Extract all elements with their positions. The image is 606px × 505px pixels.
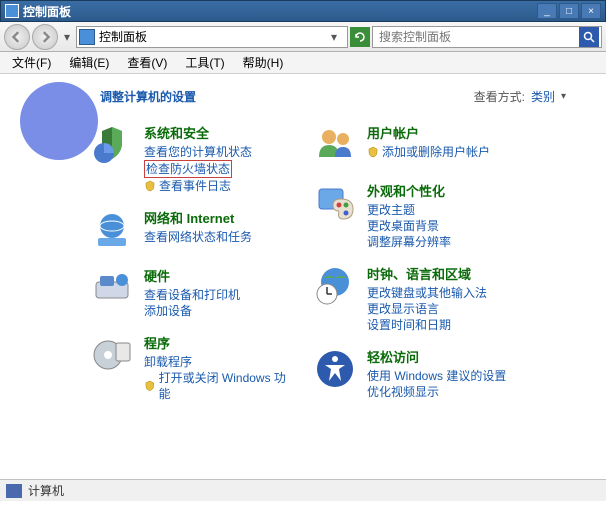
- hardware-title[interactable]: 硬件: [144, 266, 293, 285]
- category-clock-region: 时钟、语言和区域 更改键盘或其他输入法 更改显示语言 设置时间和日期: [313, 264, 586, 333]
- search-button[interactable]: [579, 27, 599, 47]
- programs-icon: [90, 333, 134, 377]
- address-dropdown[interactable]: ▾: [331, 30, 345, 44]
- menu-tools[interactable]: 工具(T): [177, 52, 232, 73]
- refresh-button[interactable]: [350, 27, 370, 47]
- close-button[interactable]: ×: [581, 3, 601, 19]
- ease-of-access-icon: [313, 347, 357, 391]
- link-windows-features[interactable]: 打开或关闭 Windows 功能: [144, 370, 293, 402]
- link-change-theme[interactable]: 更改主题: [367, 202, 586, 218]
- link-windows-suggestions[interactable]: 使用 Windows 建议的设置: [367, 368, 586, 384]
- network-title[interactable]: 网络和 Internet: [144, 208, 293, 227]
- link-windows-features-text: 打开或关闭 Windows 功能: [159, 370, 293, 402]
- appearance-icon: [313, 181, 357, 225]
- link-screen-resolution[interactable]: 调整屏幕分辨率: [367, 234, 586, 250]
- link-network-status[interactable]: 查看网络状态和任务: [144, 229, 293, 245]
- menubar: 文件(F) 编辑(E) 查看(V) 工具(T) 帮助(H): [0, 52, 606, 74]
- link-check-firewall[interactable]: 检查防火墙状态: [144, 160, 232, 178]
- hardware-icon: [90, 266, 134, 310]
- link-change-background[interactable]: 更改桌面背景: [367, 218, 586, 234]
- menu-help[interactable]: 帮助(H): [235, 52, 292, 73]
- ease-of-access-title[interactable]: 轻松访问: [367, 347, 586, 366]
- address-text: 控制面板: [99, 28, 327, 45]
- clock-region-title[interactable]: 时钟、语言和区域: [367, 264, 586, 283]
- link-event-log-text: 查看事件日志: [159, 178, 231, 194]
- category-appearance: 外观和个性化 更改主题 更改桌面背景 调整屏幕分辨率: [313, 181, 586, 250]
- link-uninstall[interactable]: 卸载程序: [144, 354, 293, 370]
- link-event-log[interactable]: 查看事件日志: [144, 178, 293, 194]
- back-button[interactable]: [4, 24, 30, 50]
- decorative-circle: [20, 82, 98, 160]
- titlebar: 控制面板 _ □ ×: [0, 0, 606, 22]
- link-add-remove-users-text: 添加或删除用户帐户: [382, 144, 490, 160]
- user-accounts-title[interactable]: 用户帐户: [367, 123, 586, 142]
- control-panel-icon: [79, 29, 95, 45]
- system-security-title[interactable]: 系统和安全: [144, 123, 293, 142]
- view-mode-dropdown[interactable]: ▾: [561, 91, 566, 102]
- view-mode-value[interactable]: 类别: [531, 88, 555, 105]
- link-add-device[interactable]: 添加设备: [144, 303, 293, 319]
- link-add-remove-users[interactable]: 添加或删除用户帐户: [367, 144, 586, 160]
- category-ease-of-access: 轻松访问 使用 Windows 建议的设置 优化视频显示: [313, 347, 586, 400]
- content-area: 调整计算机的设置 查看方式: 类别 ▾ 系统和安全: [0, 74, 606, 479]
- address-bar[interactable]: 控制面板 ▾: [76, 26, 348, 48]
- toolbar: ▾ 控制面板 ▾: [0, 22, 606, 52]
- menu-file[interactable]: 文件(F): [4, 52, 59, 73]
- page-title: 调整计算机的设置: [100, 88, 196, 105]
- menu-edit[interactable]: 编辑(E): [61, 52, 117, 73]
- category-hardware: 硬件 查看设备和打印机 添加设备: [20, 266, 293, 319]
- link-view-computer-status[interactable]: 查看您的计算机状态: [144, 144, 293, 160]
- computer-icon: [6, 484, 22, 498]
- shield-icon: [367, 146, 379, 158]
- category-programs: 程序 卸载程序 打开或关闭 Windows 功能: [20, 333, 293, 402]
- window-icon: [5, 4, 19, 18]
- shield-icon: [144, 180, 156, 192]
- nav-history-dropdown[interactable]: ▾: [60, 24, 74, 50]
- menu-view[interactable]: 查看(V): [119, 52, 175, 73]
- link-devices-printers[interactable]: 查看设备和打印机: [144, 287, 293, 303]
- search-input[interactable]: [375, 30, 579, 44]
- search-bar: [372, 26, 602, 48]
- link-optimize-video[interactable]: 优化视频显示: [367, 384, 586, 400]
- forward-button[interactable]: [32, 24, 58, 50]
- view-mode-label: 查看方式:: [474, 88, 525, 105]
- view-mode-selector: 查看方式: 类别 ▾: [474, 88, 566, 105]
- maximize-button[interactable]: □: [559, 3, 579, 19]
- appearance-title[interactable]: 外观和个性化: [367, 181, 586, 200]
- window-title: 控制面板: [23, 3, 71, 20]
- link-change-display-lang[interactable]: 更改显示语言: [367, 301, 586, 317]
- statusbar: 计算机: [0, 479, 606, 501]
- clock-region-icon: [313, 264, 357, 308]
- status-text: 计算机: [28, 482, 64, 499]
- minimize-button[interactable]: _: [537, 3, 557, 19]
- link-change-keyboard[interactable]: 更改键盘或其他输入法: [367, 285, 586, 301]
- category-user-accounts: 用户帐户 添加或删除用户帐户: [313, 123, 586, 167]
- user-accounts-icon: [313, 123, 357, 167]
- category-network: 网络和 Internet 查看网络状态和任务: [20, 208, 293, 252]
- programs-title[interactable]: 程序: [144, 333, 293, 352]
- shield-icon: [144, 380, 156, 392]
- network-icon: [90, 208, 134, 252]
- link-set-time-date[interactable]: 设置时间和日期: [367, 317, 586, 333]
